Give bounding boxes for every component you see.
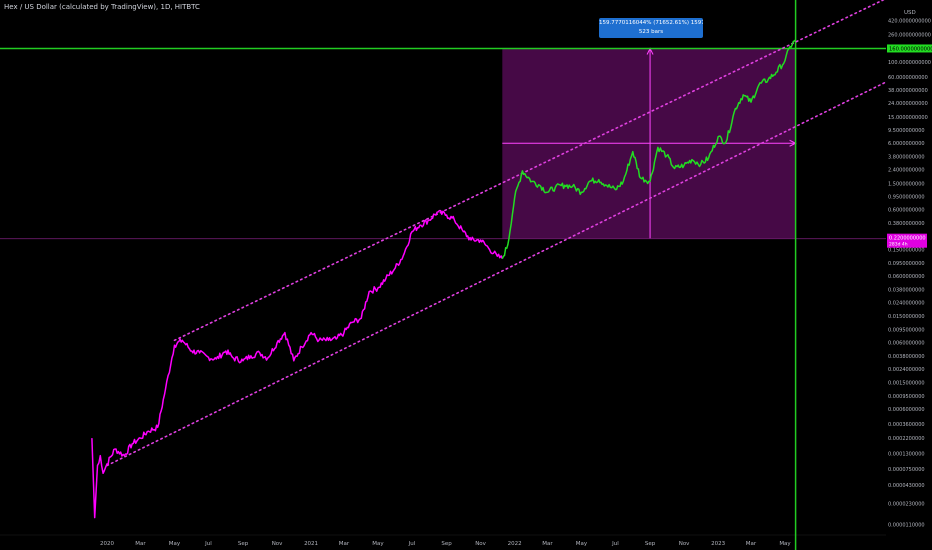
time-tick-label: Mar bbox=[339, 541, 350, 547]
time-tick-label: Nov bbox=[679, 541, 690, 547]
measure-info-box: 159.7770116044% (71652.61%) 159777011604… bbox=[599, 18, 703, 38]
magenta-price-label: 0.2200000000 bbox=[889, 236, 926, 242]
price-tick-label: 0.9500000000 bbox=[888, 194, 925, 200]
price-tick-label: 0.0000110000 bbox=[888, 523, 925, 529]
price-tick-label: 0.0000230000 bbox=[888, 501, 925, 507]
time-tick-label: Nov bbox=[475, 541, 486, 547]
price-tick-label: 15.0000000000 bbox=[888, 115, 928, 121]
price-tick-label: 9.5000000000 bbox=[888, 128, 925, 134]
price-tick-label: 0.0060000000 bbox=[888, 341, 925, 347]
price-tick-label: 24.0000000000 bbox=[888, 101, 928, 107]
time-tick-label: Sep bbox=[645, 541, 656, 547]
price-tick-label: 0.0015000000 bbox=[888, 381, 925, 387]
price-tick-label: 0.0006000000 bbox=[888, 407, 925, 413]
price-tick-label: 0.0024000000 bbox=[888, 367, 925, 373]
time-tick-label: May bbox=[372, 541, 384, 547]
price-tick-label: 0.0000750000 bbox=[888, 467, 925, 473]
time-tick-label: Jul bbox=[408, 541, 416, 547]
price-tick-label: 420.0000000000 bbox=[888, 19, 931, 25]
time-tick-label: May bbox=[576, 541, 588, 547]
price-tick-label: 0.6000000000 bbox=[888, 208, 925, 214]
time-tick-label: Mar bbox=[135, 541, 146, 547]
time-tick-label: Jul bbox=[611, 541, 619, 547]
price-tick-label: 0.0950000000 bbox=[888, 261, 925, 267]
price-tick-label: 0.0380000000 bbox=[888, 287, 925, 293]
currency-label: USD bbox=[904, 10, 916, 16]
current-price-label: 160.0000000000 bbox=[889, 46, 932, 52]
price-tick-label: 100.0000000000 bbox=[888, 60, 931, 66]
price-tick-label: 2.4000000000 bbox=[888, 168, 925, 174]
measure-change-label: 159.7770116044% (71652.61%) 159777011604… bbox=[599, 20, 703, 26]
time-tick-label: Mar bbox=[746, 541, 757, 547]
time-tick-label: May bbox=[169, 541, 181, 547]
price-tick-label: 0.0150000000 bbox=[888, 314, 925, 320]
price-tick-label: 260.0000000000 bbox=[888, 32, 931, 38]
price-tick-label: 0.0095000000 bbox=[888, 327, 925, 333]
time-tick-label: 2022 bbox=[508, 541, 522, 547]
chart-canvas[interactable]: 420.0000000000 260.0000000000 160.00000000… bbox=[0, 0, 932, 550]
time-tick-label: Jul bbox=[204, 541, 212, 547]
price-tick-label: 38.0000000000 bbox=[888, 88, 928, 94]
price-tick-label: 0.0038000000 bbox=[888, 354, 925, 360]
time-tick-label: Sep bbox=[441, 541, 452, 547]
price-tick-label: 0.1500000000 bbox=[888, 248, 925, 254]
price-tick-label: 0.0002200000 bbox=[888, 436, 925, 442]
price-tick-label: 0.0003600000 bbox=[888, 422, 925, 428]
price-tick-label: 0.0001300000 bbox=[888, 451, 925, 457]
price-tick-label: 60.0000000000 bbox=[888, 75, 928, 81]
time-tick-label: 2021 bbox=[304, 541, 318, 547]
price-tick-label: 1.5000000000 bbox=[888, 181, 925, 187]
time-tick-label: Sep bbox=[238, 541, 249, 547]
time-tick-label: 2020 bbox=[100, 541, 114, 547]
price-tick-label: 0.0240000000 bbox=[888, 301, 925, 307]
time-tick-label: 2023 bbox=[711, 541, 725, 547]
price-tick-label: 0.0000430000 bbox=[888, 483, 925, 489]
time-tick-label: May bbox=[779, 541, 791, 547]
measure-bars-label: 523 bars bbox=[638, 29, 664, 35]
price-tick-label: 0.3800000000 bbox=[888, 221, 925, 227]
time-tick-label: Mar bbox=[542, 541, 553, 547]
price-tick-label: 0.0600000000 bbox=[888, 274, 925, 280]
price-tick-label: 3.8000000000 bbox=[888, 154, 925, 160]
chart-title: Hex / US Dollar (calculated by TradingVi… bbox=[4, 3, 200, 11]
time-tick-label: Nov bbox=[272, 541, 283, 547]
magenta-countdown-label: 283d 4h bbox=[889, 242, 908, 248]
price-tick-label: 0.0009500000 bbox=[888, 394, 925, 400]
price-tick-label: 6.0000000000 bbox=[888, 141, 925, 147]
